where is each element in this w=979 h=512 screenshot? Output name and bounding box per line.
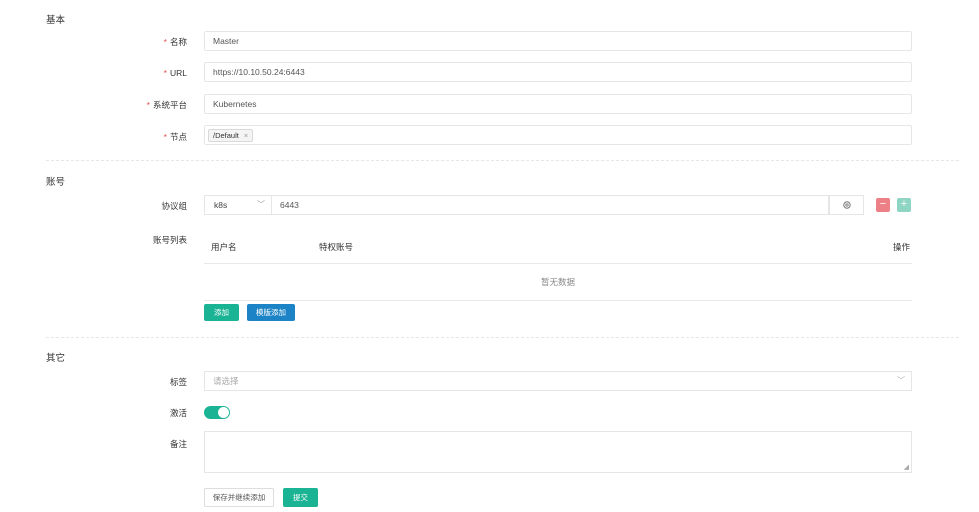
template-add-button[interactable]: 模版添加 [247,304,295,321]
protocol-label: 协议组 [161,201,187,211]
protocol-select[interactable]: k8s ﹀ [204,195,271,215]
add-protocol-button[interactable]: + [897,198,911,212]
name-label: * 名称 [163,37,187,47]
section-title-basic: 基本 [46,15,66,26]
node-tag: /Default × [208,129,254,142]
active-label: 激活 [169,408,187,418]
resize-handle-icon[interactable]: ◢ [904,463,909,471]
platform-label: * 系统平台 [146,100,187,110]
tags-placeholder: 请选择 [213,376,239,386]
empty-state: 暂无数据 [204,264,912,301]
tags-label: 标签 [169,377,187,387]
add-account-button[interactable]: 添加 [204,304,239,321]
comment-label: 备注 [169,439,187,449]
gear-icon [842,201,851,209]
account-table-header: 用户名 特权账号 操作 [204,233,912,264]
comment-textarea[interactable]: ◢ [204,431,912,473]
url-label: * URL [163,68,187,78]
column-privileged: 特权账号 [319,242,354,252]
nodes-label: * 节点 [163,132,187,142]
protocol-settings-button[interactable] [829,195,864,215]
close-icon[interactable]: × [244,130,248,141]
column-username: 用户名 [211,242,237,252]
section-title-account: 账号 [46,177,66,188]
tags-select[interactable]: 请选择 ﹀ [204,371,912,391]
column-actions: 操作 [892,242,910,252]
account-list-label: 账号列表 [152,235,187,245]
save-and-continue-button[interactable]: 保存并继续添加 [204,488,274,507]
name-input[interactable]: Master [204,31,912,51]
submit-button[interactable]: 提交 [283,488,318,507]
remove-protocol-button[interactable]: − [876,198,890,212]
active-toggle[interactable] [204,406,230,419]
platform-select[interactable]: Kubernetes [204,94,912,114]
section-title-other: 其它 [46,353,66,364]
port-input[interactable]: 6443 [271,195,829,215]
protocol-value: k8s [214,200,228,210]
toggle-knob [218,407,229,418]
node-tag-label: /Default [213,131,239,140]
divider [46,160,959,161]
chevron-down-icon: ﹀ [257,200,265,209]
chevron-down-icon: ﹀ [897,376,905,385]
url-input[interactable]: https://10.10.50.24:6443 [204,62,912,82]
divider [46,337,959,338]
nodes-select[interactable] [204,125,912,145]
